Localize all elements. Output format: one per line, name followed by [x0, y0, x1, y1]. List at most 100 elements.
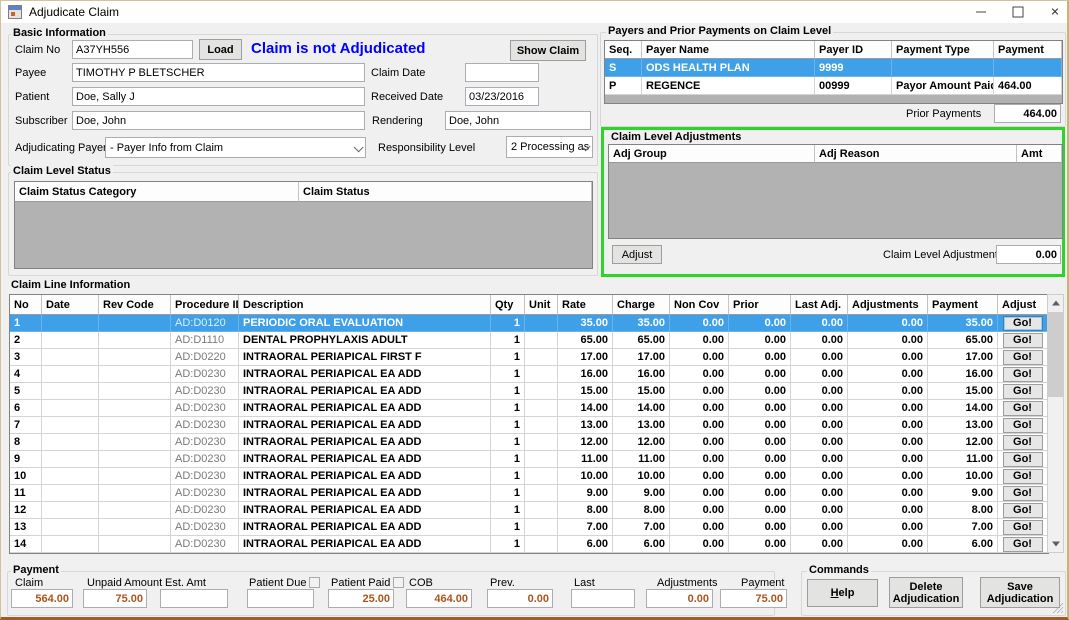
claim-line-cell-unit[interactable]: [525, 383, 558, 400]
claim-line-cell-desc[interactable]: DENTAL PROPHYLAXIS ADULT: [239, 332, 491, 349]
claim-line-cell-adj[interactable]: 0.00: [848, 417, 928, 434]
claim-line-cell-pay[interactable]: 11.00: [928, 451, 998, 468]
claim-line-cell-prior[interactable]: 0.00: [729, 349, 791, 366]
claim-line-cell-unit[interactable]: [525, 451, 558, 468]
claim-line-cell-no[interactable]: 11: [10, 485, 42, 502]
claim-line-cell-rev[interactable]: [99, 468, 171, 485]
claim-line-cell-pay[interactable]: 7.00: [928, 519, 998, 536]
claim-line-cell-rate[interactable]: 7.00: [558, 519, 613, 536]
claim-line-cell-rate[interactable]: 13.00: [558, 417, 613, 434]
claim-line-cell-pay[interactable]: 6.00: [928, 536, 998, 553]
claim-line-cell-charge[interactable]: 13.00: [613, 417, 670, 434]
adjudicating-payer-select[interactable]: - Payer Info from Claim: [105, 137, 366, 158]
claim-line-cell-rev[interactable]: [99, 383, 171, 400]
go-button[interactable]: Go!: [1003, 401, 1043, 416]
claim-line-cell-rev[interactable]: [99, 332, 171, 349]
claim-line-cell-charge[interactable]: 9.00: [613, 485, 670, 502]
patient-paid-input[interactable]: [328, 589, 394, 608]
claim-line-cell-unit[interactable]: [525, 366, 558, 383]
claim-line-cell-unit[interactable]: [525, 332, 558, 349]
adjustments-input[interactable]: [646, 589, 713, 608]
claim-line-cell-date[interactable]: [42, 349, 99, 366]
claim-line-cell-qty[interactable]: 1: [491, 400, 525, 417]
claim-line-cell-adj[interactable]: 0.00: [848, 502, 928, 519]
prev-input[interactable]: [487, 589, 553, 608]
patient-input[interactable]: [72, 87, 365, 106]
claim-line-cell-date[interactable]: [42, 366, 99, 383]
claim-line-cell-rate[interactable]: 12.00: [558, 434, 613, 451]
claim-line-cell-charge[interactable]: 14.00: [613, 400, 670, 417]
est-amt-input[interactable]: [160, 589, 228, 608]
go-button[interactable]: Go!: [1003, 486, 1043, 501]
claim-line-cell-no[interactable]: 8: [10, 434, 42, 451]
claim-line-cell-desc[interactable]: INTRAORAL PERIAPICAL EA ADD: [239, 400, 491, 417]
claim-line-cell-noncov[interactable]: 0.00: [670, 519, 729, 536]
prior-payments-input[interactable]: [994, 104, 1061, 123]
claim-line-cell-pay[interactable]: 14.00: [928, 400, 998, 417]
unpaid-amount-input[interactable]: [83, 589, 147, 608]
claim-line-cell-charge[interactable]: 35.00: [613, 315, 670, 332]
claim-line-cell-date[interactable]: [42, 536, 99, 553]
claim-line-cell-lastadj[interactable]: 0.00: [791, 468, 848, 485]
claim-line-cell-date[interactable]: [42, 383, 99, 400]
claim-line-cell-prior[interactable]: 0.00: [729, 468, 791, 485]
claim-line-cell-noncov[interactable]: 0.00: [670, 536, 729, 553]
claim-line-cell-rev[interactable]: [99, 417, 171, 434]
claim-line-cell-lastadj[interactable]: 0.00: [791, 332, 848, 349]
claim-line-cell-adj[interactable]: 0.00: [848, 468, 928, 485]
go-button[interactable]: Go!: [1003, 469, 1043, 484]
claim-line-cell-proc[interactable]: AD:D0230: [171, 400, 239, 417]
claim-line-cell-rev[interactable]: [99, 349, 171, 366]
claim-line-cell-proc[interactable]: AD:D0230: [171, 366, 239, 383]
claim-line-cell-proc[interactable]: AD:D0230: [171, 485, 239, 502]
claim-line-cell-adj[interactable]: 0.00: [848, 332, 928, 349]
claim-line-cell-rate[interactable]: 17.00: [558, 349, 613, 366]
claim-line-cell-noncov[interactable]: 0.00: [670, 315, 729, 332]
claim-line-cell-charge[interactable]: 10.00: [613, 468, 670, 485]
go-button[interactable]: Go!: [1003, 537, 1043, 552]
claim-line-cell-qty[interactable]: 1: [491, 468, 525, 485]
claim-line-cell-qty[interactable]: 1: [491, 502, 525, 519]
claim-line-cell-adj[interactable]: 0.00: [848, 519, 928, 536]
claim-no-input[interactable]: [72, 40, 193, 59]
claim-line-cell-date[interactable]: [42, 485, 99, 502]
claim-line-cell-pay[interactable]: 16.00: [928, 366, 998, 383]
cob-input[interactable]: [406, 589, 472, 608]
claim-line-cell-no[interactable]: 4: [10, 366, 42, 383]
payer-cell-name[interactable]: ODS HEALTH PLAN: [642, 59, 815, 77]
last-input[interactable]: [571, 589, 635, 608]
claim-line-cell-adj[interactable]: 0.00: [848, 485, 928, 502]
go-button[interactable]: Go!: [1003, 350, 1043, 365]
scrollbar-down-icon[interactable]: [1048, 536, 1063, 552]
claim-line-cell-noncov[interactable]: 0.00: [670, 417, 729, 434]
claim-line-cell-qty[interactable]: 1: [491, 332, 525, 349]
claim-line-cell-prior[interactable]: 0.00: [729, 366, 791, 383]
claim-line-cell-adj[interactable]: 0.00: [848, 349, 928, 366]
claim-line-cell-lastadj[interactable]: 0.00: [791, 519, 848, 536]
claim-date-input[interactable]: [465, 63, 539, 82]
claim-line-cell-date[interactable]: [42, 400, 99, 417]
claim-line-cell-lastadj[interactable]: 0.00: [791, 485, 848, 502]
claim-line-cell-desc[interactable]: INTRAORAL PERIAPICAL EA ADD: [239, 383, 491, 400]
claim-line-cell-lastadj[interactable]: 0.00: [791, 349, 848, 366]
claim-line-cell-date[interactable]: [42, 434, 99, 451]
claim-line-cell-prior[interactable]: 0.00: [729, 417, 791, 434]
go-button[interactable]: Go!: [1003, 418, 1043, 433]
claim-line-cell-proc[interactable]: AD:D0230: [171, 434, 239, 451]
claim-line-cell-desc[interactable]: INTRAORAL PERIAPICAL EA ADD: [239, 485, 491, 502]
claim-line-cell-rate[interactable]: 35.00: [558, 315, 613, 332]
claim-line-cell-qty[interactable]: 1: [491, 536, 525, 553]
claim-line-cell-date[interactable]: [42, 468, 99, 485]
payer-cell-ptype[interactable]: Payor Amount Paid: [892, 77, 994, 95]
claim-line-cell-date[interactable]: [42, 315, 99, 332]
claim-line-cell-no[interactable]: 13: [10, 519, 42, 536]
claim-line-cell-lastadj[interactable]: 0.00: [791, 502, 848, 519]
claim-line-cell-desc[interactable]: INTRAORAL PERIAPICAL EA ADD: [239, 536, 491, 553]
claim-line-cell-date[interactable]: [42, 519, 99, 536]
claim-line-cell-charge[interactable]: 17.00: [613, 349, 670, 366]
claim-line-cell-adj[interactable]: 0.00: [848, 383, 928, 400]
claim-line-cell-prior[interactable]: 0.00: [729, 400, 791, 417]
claim-line-cell-adj[interactable]: 0.00: [848, 451, 928, 468]
claim-line-cell-proc[interactable]: AD:D0230: [171, 451, 239, 468]
claim-line-cell-charge[interactable]: 6.00: [613, 536, 670, 553]
